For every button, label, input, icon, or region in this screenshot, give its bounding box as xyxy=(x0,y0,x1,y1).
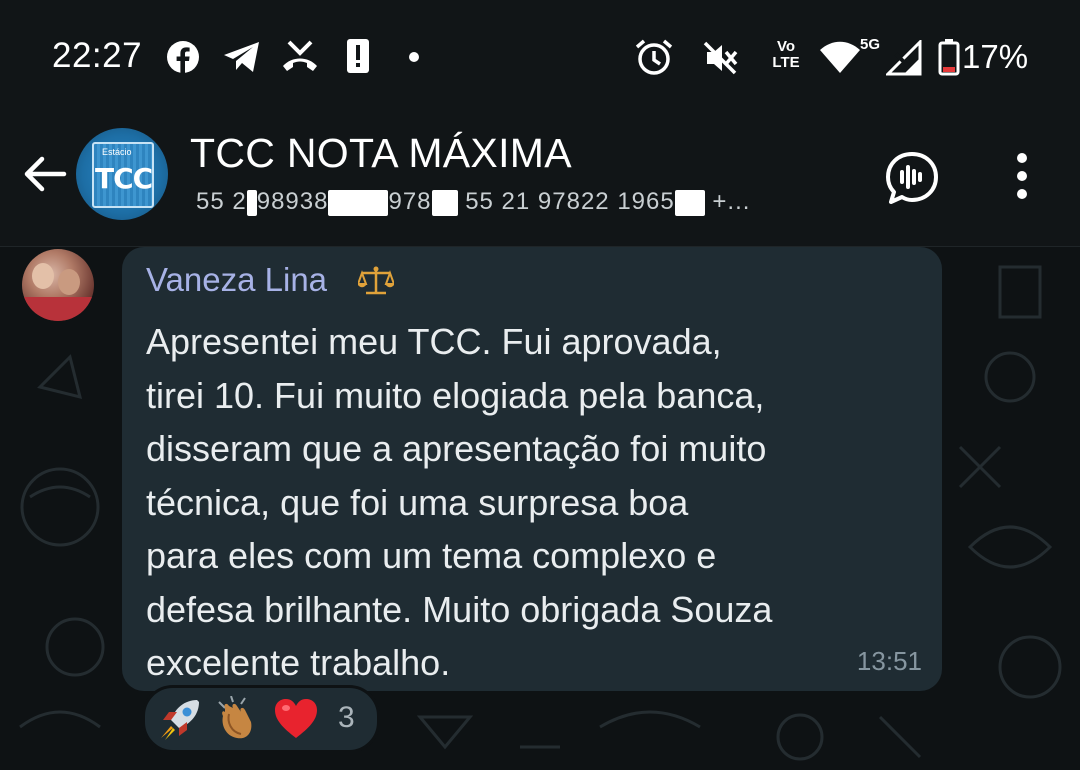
message-bubble[interactable]: Vaneza Lina Apresentei meu TCC. Fui apro… xyxy=(122,247,942,691)
avatar-face xyxy=(32,263,54,289)
battery-percent: 17% xyxy=(962,38,1029,75)
alarm-icon xyxy=(635,39,673,75)
avatar-shirt xyxy=(22,297,94,321)
group-title[interactable]: TCC NOTA MÁXIMA xyxy=(190,130,572,177)
reaction-count: 3 xyxy=(338,701,355,734)
status-time: 22:27 xyxy=(52,36,143,75)
redaction-mark xyxy=(674,189,705,216)
telegram-chat-screen: 22:27 Vo LTE 5G 17% Estácio TCC TCC NOTA… xyxy=(0,0,1080,770)
message-text: Apresentei meu TCC. Fui aprovada, tirei … xyxy=(146,321,773,683)
subtitle-part: 55 2 xyxy=(196,188,247,215)
facebook-icon xyxy=(167,41,199,74)
mute-icon xyxy=(703,41,738,75)
chat-area[interactable]: Vaneza Lina Apresentei meu TCC. Fui apro… xyxy=(0,247,1080,770)
avatar-face xyxy=(58,269,80,295)
sender-avatar[interactable] xyxy=(22,249,94,321)
missed-call-icon xyxy=(283,40,317,71)
chat-header: Estácio TCC TCC NOTA MÁXIMA 55 2 98938 978… xyxy=(0,118,1080,246)
volte-label-top: Vo xyxy=(776,38,796,55)
volte-icon: Vo LTE xyxy=(766,39,806,75)
subtitle-part: 98938 xyxy=(256,188,329,215)
avatar-text: TCC xyxy=(95,162,153,195)
battery-icon xyxy=(938,39,960,76)
volte-label-bottom: LTE xyxy=(772,54,800,71)
message-timestamp: 13:51 xyxy=(856,646,922,676)
voice-chat-icon[interactable] xyxy=(884,150,940,206)
subtitle-part: 55 21 97822 1965 xyxy=(465,188,675,215)
dot-icon xyxy=(409,52,419,62)
subtitle-part: +... xyxy=(712,188,751,215)
redaction-mark xyxy=(328,189,389,216)
reactions-bar[interactable]: 3 xyxy=(142,685,380,753)
telegram-icon xyxy=(224,42,259,72)
redaction-mark xyxy=(431,189,458,216)
subtitle-part: 978 xyxy=(388,188,432,215)
heart-icon[interactable] xyxy=(273,696,319,742)
scales-icon xyxy=(358,266,394,295)
wifi-icon xyxy=(820,41,860,73)
back-arrow-icon[interactable] xyxy=(18,146,74,202)
signal-icon xyxy=(886,40,922,76)
group-members-subtitle[interactable]: 55 2 98938 978 55 21 97822 1965 +... xyxy=(196,188,750,216)
alert-icon xyxy=(347,39,369,73)
redaction-mark xyxy=(246,189,257,216)
more-options-icon[interactable] xyxy=(1002,148,1042,208)
group-avatar[interactable]: Estácio TCC xyxy=(76,128,168,220)
avatar-small-text: Estácio xyxy=(102,147,132,157)
clapping-hands-icon[interactable] xyxy=(215,696,261,742)
network-type-label: 5G xyxy=(860,36,881,53)
status-bar: 22:27 Vo LTE 5G 17% xyxy=(0,0,1080,118)
sender-name[interactable]: Vaneza Lina xyxy=(146,261,327,299)
rocket-icon[interactable] xyxy=(157,696,203,742)
